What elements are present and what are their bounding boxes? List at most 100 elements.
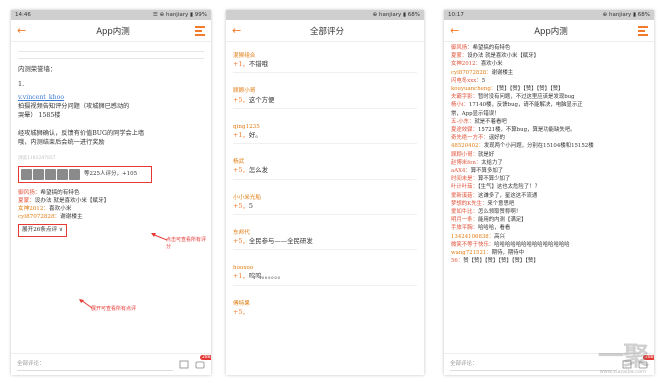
comment-user[interactable]: 爱如牛比： bbox=[451, 209, 478, 215]
comment-item: 女神2012：喜欢小米 bbox=[18, 205, 204, 213]
rating-summary[interactable]: 等225人评分，+105 bbox=[18, 166, 152, 183]
comment-user[interactable]: 顾顾小哥： bbox=[451, 152, 478, 158]
rating-user[interactable]: 东邦代 bbox=[233, 229, 417, 237]
comment-list: 御风扬：希望搞的有特色 夏蒙：设办法 就是喜欢小米【赋牙】 女神2012：喜欢小… bbox=[18, 189, 204, 221]
rating-text: 怎么发 bbox=[248, 166, 268, 175]
comment-user[interactable]: 女神2012： bbox=[451, 61, 481, 67]
rating-score: +5， bbox=[233, 201, 249, 210]
view-count: 浏览1181247857 bbox=[18, 156, 56, 162]
share-icon[interactable] bbox=[179, 360, 189, 369]
comment-user[interactable]: 奇先绝一方不： bbox=[451, 135, 489, 141]
comment-user[interactable]: cyl87072828： bbox=[18, 214, 60, 220]
comment-user[interactable]: aAX4： bbox=[451, 168, 471, 174]
comment-text: 就是好 bbox=[477, 151, 495, 158]
rating-text: 好。 bbox=[248, 130, 262, 139]
rating-score: +5， bbox=[233, 307, 249, 316]
comment-count-badge: 288 bbox=[200, 355, 211, 360]
comment-user[interactable]: 杨小i： bbox=[451, 102, 469, 108]
comment-user[interactable]: wang721521： bbox=[451, 250, 492, 256]
page-title: App内测 bbox=[534, 26, 568, 37]
comment-user[interactable]: kouyuancheng： bbox=[451, 86, 496, 92]
nav-bar: ← App内测 bbox=[11, 20, 211, 42]
nav-bar: ← App内测 bbox=[444, 20, 654, 42]
comment-icon[interactable]: 288 bbox=[195, 355, 211, 369]
comment-item: 赵博米fen：太给力了 bbox=[451, 159, 647, 167]
rating-user[interactable]: qing1235 bbox=[233, 123, 417, 131]
rating-item: 小小米光船 +5，5 bbox=[233, 180, 417, 215]
phone-screen-app-test: 14:46 ☰ ⊕ hanjiary ▮ 99% ← App内测 内测荣誉墙： … bbox=[11, 10, 211, 375]
comment-text: 希望搞的有特色 bbox=[40, 190, 80, 196]
post-body: 内测荣誉墙： 1. v.vincent_khoo 拍摄视频告知评分问题（攻城狮已… bbox=[11, 42, 211, 240]
comment-text: 怎么领取赞称啊！ bbox=[477, 209, 522, 216]
comment-user[interactable]: 夏蒙： bbox=[18, 198, 35, 204]
comment-input[interactable]: 全部评论： bbox=[450, 359, 616, 371]
back-arrow-icon[interactable]: ← bbox=[17, 25, 31, 36]
back-arrow-icon[interactable]: ← bbox=[232, 25, 246, 36]
rating-text: 呜呜。。。。。。 bbox=[248, 272, 284, 281]
comment-text: 常，App显示错误！ bbox=[451, 110, 500, 117]
comment-user[interactable]: 手旅平胸： bbox=[451, 225, 478, 231]
comment-input[interactable]: 全部评论： bbox=[17, 359, 173, 371]
annotation-arrow-icon bbox=[151, 233, 167, 241]
comment-item: aAX4：算不算多加了 bbox=[451, 167, 647, 175]
rating-user[interactable]: 傅特果 bbox=[233, 300, 417, 308]
comment-user[interactable]: 御风扬： bbox=[18, 190, 40, 196]
comment-item: 奇先绝一方不：谣好的 bbox=[451, 134, 647, 142]
rating-item: 顾顾小哥 +5，这个方便 bbox=[233, 73, 417, 109]
comment-user[interactable]: 爱新溪菇： bbox=[451, 193, 478, 199]
comment-user[interactable]: cyl87072828： bbox=[451, 70, 492, 76]
menu-icon[interactable] bbox=[638, 26, 648, 36]
expand-comments-button[interactable]: 展开26条点评 ∨ bbox=[18, 224, 67, 237]
comment-text: 谢谢楼主 bbox=[60, 214, 83, 221]
rating-user[interactable]: 混猴组合 bbox=[233, 52, 417, 60]
comment-user[interactable]: 梦想的K先生： bbox=[451, 201, 487, 207]
comment-user[interactable]: 48520402： bbox=[451, 143, 484, 149]
comment-user[interactable]: 女神2012： bbox=[18, 206, 49, 212]
annotation-expand: 展开可查看所有点评 bbox=[91, 306, 137, 312]
rating-user[interactable]: 小小米光船 bbox=[233, 194, 417, 202]
user-link[interactable]: v.vincent_khoo bbox=[18, 94, 204, 103]
comment-user[interactable]: 时间未是： bbox=[451, 176, 478, 182]
rating-user[interactable]: 顾顾小哥 bbox=[233, 87, 417, 95]
page-title: App内测 bbox=[96, 26, 130, 37]
comment-list: 御风扬：希望搞的有特色 夏蒙：设办法 就是喜欢小米【赋牙】 女神2012：喜欢小… bbox=[444, 42, 654, 268]
comment-text: 能用的内测【满足】 bbox=[477, 217, 527, 224]
rating-score: +5， bbox=[233, 166, 249, 175]
comment-text: 5 bbox=[481, 77, 486, 84]
menu-icon[interactable] bbox=[195, 26, 205, 36]
comment-user[interactable]: 微笑不等于快乐： bbox=[451, 242, 494, 248]
comment-user[interactable]: 御风扬： bbox=[451, 45, 473, 51]
comment-user[interactable]: 夏蒙： bbox=[451, 53, 467, 59]
comment-item: 叶计叶茹：【生气】这也太危险了！？ bbox=[451, 183, 647, 191]
avatar bbox=[21, 169, 32, 180]
comment-user[interactable]: 夫霸字影： bbox=[451, 94, 478, 100]
comment-text: 设办法 就是喜欢小米【赋牙】 bbox=[467, 53, 539, 60]
status-bar: 14:46 ☰ ⊕ hanjiary ▮ 99% bbox=[11, 10, 211, 20]
comment-text: 哈哈哈，看看 bbox=[477, 225, 511, 232]
comment-text: 太给力了 bbox=[481, 159, 503, 166]
comment-user[interactable]: 夏途效骤： bbox=[451, 127, 478, 133]
comment-text: 希望搞的有特色 bbox=[472, 45, 511, 51]
comment-user[interactable]: 五-小东： bbox=[451, 119, 474, 125]
comment-user[interactable]: 叶计叶茹： bbox=[451, 184, 478, 190]
comment-user[interactable]: 赵博米fen： bbox=[451, 160, 481, 166]
rating-item: qing1235 +1，好。 bbox=[233, 109, 417, 145]
comment-user[interactable]: 闪电冬xxx： bbox=[451, 78, 482, 84]
comment-bar: 全部评论： 288 bbox=[11, 353, 211, 375]
status-bar: 10:17 ⊕ hanjiary ▮ 68% bbox=[444, 10, 654, 20]
comment-item: 56：赞【赞】【赞】【赞】【赞】【赞】 bbox=[451, 257, 647, 265]
status-bar: ⊕ hanjiary ▮ 68% bbox=[226, 10, 424, 20]
comment-user[interactable]: 13424106838： bbox=[451, 234, 494, 240]
comment-item: 御风扬：希望搞的有特色 bbox=[18, 189, 204, 197]
comment-item: 夏蒙：设办法 就是喜欢小米【赋牙】 bbox=[18, 197, 204, 205]
comment-user[interactable]: 明月一条： bbox=[451, 217, 478, 223]
comment-text: 15721楼，不算bug，算是功能缺失吧。 bbox=[477, 127, 576, 134]
comment-user[interactable]: 56： bbox=[451, 258, 463, 264]
back-arrow-icon[interactable]: ← bbox=[450, 25, 464, 36]
post-text: 经攻城狮确认，反馈有价值BUG的同学会上墙 bbox=[18, 129, 145, 137]
comment-item: 御风扬：希望搞的有特色 bbox=[451, 44, 647, 52]
page-title: 全部评分 bbox=[309, 26, 344, 37]
comment-item: 明月一条：能用的内测【满足】 bbox=[451, 216, 647, 224]
comment-item: 夏途效骤：15721楼，不算bug，算是功能缺失吧。 bbox=[451, 126, 647, 134]
rating-item: 东邦代 +5，全民参与——全民研发 bbox=[233, 215, 417, 251]
